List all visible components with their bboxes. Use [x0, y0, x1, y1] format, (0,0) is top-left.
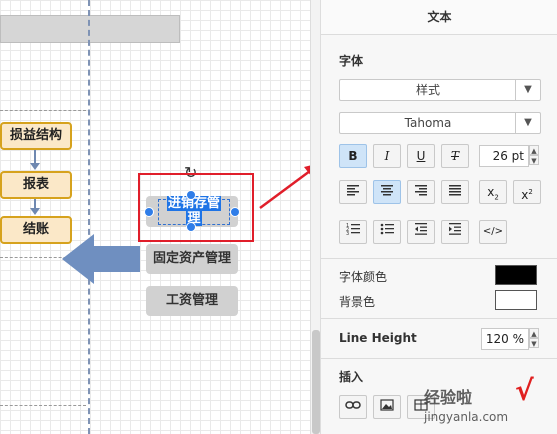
bg-color-label: 背景色	[339, 295, 376, 309]
format-panel: 文本 字体 样式 ▼ Tahoma ▼ B I U T 26 pt ▲ ▼ x2 …	[320, 0, 557, 434]
diagram-canvas[interactable]: 损益结构 报表 结账 进销存管理 ↻ 固定资产管理 工资管理	[0, 0, 320, 434]
chevron-down-icon[interactable]: ▼	[515, 80, 540, 100]
font-color-swatch[interactable]	[495, 265, 537, 285]
align-right-button[interactable]	[407, 180, 435, 204]
flow-connector[interactable]	[30, 199, 40, 215]
style-select[interactable]: 样式 ▼	[339, 79, 541, 101]
flow-box-report[interactable]: 报表	[0, 171, 72, 199]
align-justify-icon	[449, 185, 461, 196]
indent-button[interactable]	[441, 220, 469, 244]
watermark-url: jingyanla.com	[424, 410, 509, 424]
align-right-icon	[415, 185, 427, 196]
font-size-stepper[interactable]: ▲ ▼	[529, 145, 539, 167]
insert-section-label: 插入	[339, 370, 364, 384]
align-center-button[interactable]	[373, 180, 401, 204]
watermark-check-icon: √	[515, 374, 534, 407]
chevron-down-icon[interactable]: ▼	[515, 113, 540, 133]
clear-format-icon: T	[450, 149, 459, 163]
html-button[interactable]: </>	[479, 220, 507, 244]
flow-box-profit-loss[interactable]: 损益结构	[0, 122, 72, 150]
font-size-input[interactable]: 26 pt	[479, 145, 529, 167]
section-divider	[321, 258, 557, 259]
numbered-list-button[interactable]: 123	[339, 220, 367, 244]
style-select-value: 样式	[415, 83, 440, 97]
svg-text:3: 3	[346, 231, 349, 236]
section-divider	[321, 318, 557, 319]
pool-header-bar[interactable]	[0, 15, 180, 43]
canvas-scrollbar[interactable]	[310, 0, 320, 434]
insert-image-button[interactable]	[373, 395, 401, 419]
shape-fixed-assets[interactable]: 固定资产管理	[146, 244, 238, 274]
insert-link-button[interactable]	[339, 395, 367, 419]
align-left-button[interactable]	[339, 180, 367, 204]
bold-button[interactable]: B	[339, 144, 367, 168]
align-center-icon	[381, 185, 393, 196]
shape-payroll[interactable]: 工资管理	[146, 286, 238, 316]
line-height-input[interactable]: 120 %	[481, 328, 529, 350]
font-section-label: 字体	[339, 54, 364, 68]
superscript-button[interactable]: x2	[513, 180, 541, 204]
big-left-arrow-shape[interactable]	[62, 234, 142, 284]
scrollbar-thumb[interactable]	[312, 330, 320, 434]
watermark-logo-text: 经验啦	[424, 388, 473, 407]
align-left-icon	[347, 185, 359, 196]
outdent-icon	[415, 223, 427, 235]
font-color-label: 字体颜色	[339, 270, 388, 284]
italic-button[interactable]: I	[373, 144, 401, 168]
subscript-button[interactable]: x2	[479, 180, 507, 204]
bulleted-list-button[interactable]	[373, 220, 401, 244]
bulleted-list-icon	[380, 223, 394, 235]
numbered-list-icon: 123	[346, 223, 360, 237]
bg-color-swatch[interactable]	[495, 290, 537, 310]
font-family-value: Tahoma	[404, 116, 452, 130]
lane-separator	[88, 0, 90, 434]
lane-divider	[0, 405, 86, 406]
image-icon	[380, 399, 394, 411]
font-family-select[interactable]: Tahoma ▼	[339, 112, 541, 134]
highlight-annotation-box	[138, 173, 254, 242]
clear-format-button[interactable]: T	[441, 144, 469, 168]
outdent-button[interactable]	[407, 220, 435, 244]
line-height-label: Line Height	[339, 331, 417, 345]
justify-button[interactable]	[441, 180, 469, 204]
flow-connector[interactable]	[30, 150, 40, 170]
section-divider	[321, 358, 557, 359]
panel-tab-text[interactable]: 文本	[321, 0, 557, 35]
indent-icon	[449, 223, 461, 235]
link-icon	[345, 401, 361, 409]
line-height-stepper[interactable]: ▲ ▼	[529, 328, 539, 350]
lane-divider	[0, 110, 86, 111]
underline-button[interactable]: U	[407, 144, 435, 168]
